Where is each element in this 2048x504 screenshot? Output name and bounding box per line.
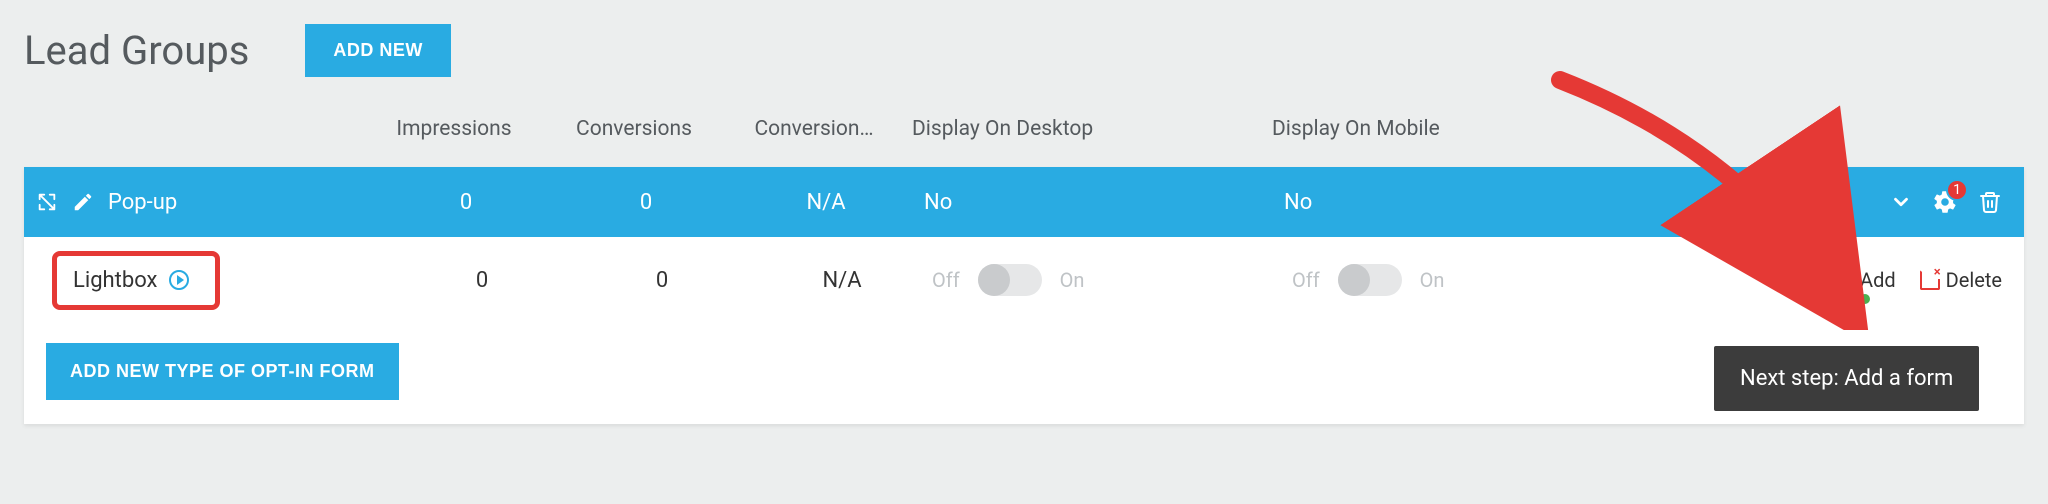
add-icon bbox=[1834, 270, 1854, 290]
toggle-on-label: On bbox=[1060, 268, 1085, 292]
delete-icon bbox=[1920, 270, 1940, 290]
gear-icon[interactable]: 1 bbox=[1932, 189, 1958, 215]
chevron-down-icon[interactable] bbox=[1890, 191, 1912, 213]
add-label: Add bbox=[1860, 268, 1896, 292]
col-display-desktop: Display On Desktop bbox=[904, 117, 1264, 141]
col-impressions: Impressions bbox=[364, 117, 544, 141]
toggle-off-label: Off bbox=[932, 268, 960, 292]
add-new-button[interactable]: ADD NEW bbox=[305, 24, 451, 77]
delete-button[interactable]: Delete bbox=[1920, 268, 2002, 292]
group-name: Pop-up bbox=[108, 190, 177, 215]
group-conversions: 0 bbox=[556, 190, 736, 215]
item-conversions: 0 bbox=[572, 268, 752, 293]
item-conversion-rate: N/A bbox=[752, 268, 932, 293]
switch-desktop[interactable] bbox=[978, 264, 1042, 296]
col-display-mobile: Display On Mobile bbox=[1264, 117, 1624, 141]
add-optin-form-button[interactable]: ADD NEW TYPE OF OPT-IN FORM bbox=[46, 343, 399, 400]
list-item: Lightbox 0 0 N/A Off On Off On Add Delet bbox=[24, 237, 2024, 323]
item-name: Lightbox bbox=[73, 268, 157, 293]
next-step-tooltip: Next step: Add a form bbox=[1714, 346, 1979, 411]
toggle-off-label: Off bbox=[1292, 268, 1320, 292]
toggle-desktop[interactable]: Off On bbox=[932, 264, 1292, 296]
item-impressions: 0 bbox=[392, 268, 572, 293]
play-icon[interactable] bbox=[169, 270, 189, 290]
group-row[interactable]: Pop-up 0 0 N/A No No 1 bbox=[24, 167, 2024, 237]
group-display-mobile: No bbox=[1276, 190, 1636, 215]
delete-label: Delete bbox=[1946, 268, 2002, 292]
trash-icon[interactable] bbox=[1978, 190, 2002, 214]
expand-icon[interactable] bbox=[36, 191, 58, 213]
add-button[interactable]: Add bbox=[1834, 268, 1896, 292]
col-conversion-rate: Conversion… bbox=[724, 117, 904, 141]
item-name-highlight[interactable]: Lightbox bbox=[52, 251, 220, 310]
page-title: Lead Groups bbox=[24, 27, 249, 74]
notification-badge: 1 bbox=[1946, 179, 1968, 201]
group-display-desktop: No bbox=[916, 190, 1276, 215]
group-impressions: 0 bbox=[376, 190, 556, 215]
group-conversion-rate: N/A bbox=[736, 190, 916, 215]
column-headers: Impressions Conversions Conversion… Disp… bbox=[24, 117, 2024, 167]
switch-mobile[interactable] bbox=[1338, 264, 1402, 296]
toggle-on-label: On bbox=[1420, 268, 1445, 292]
toggle-mobile[interactable]: Off On bbox=[1292, 264, 1652, 296]
edit-icon[interactable] bbox=[72, 191, 94, 213]
col-conversions: Conversions bbox=[544, 117, 724, 141]
attention-dot bbox=[1860, 294, 1870, 304]
